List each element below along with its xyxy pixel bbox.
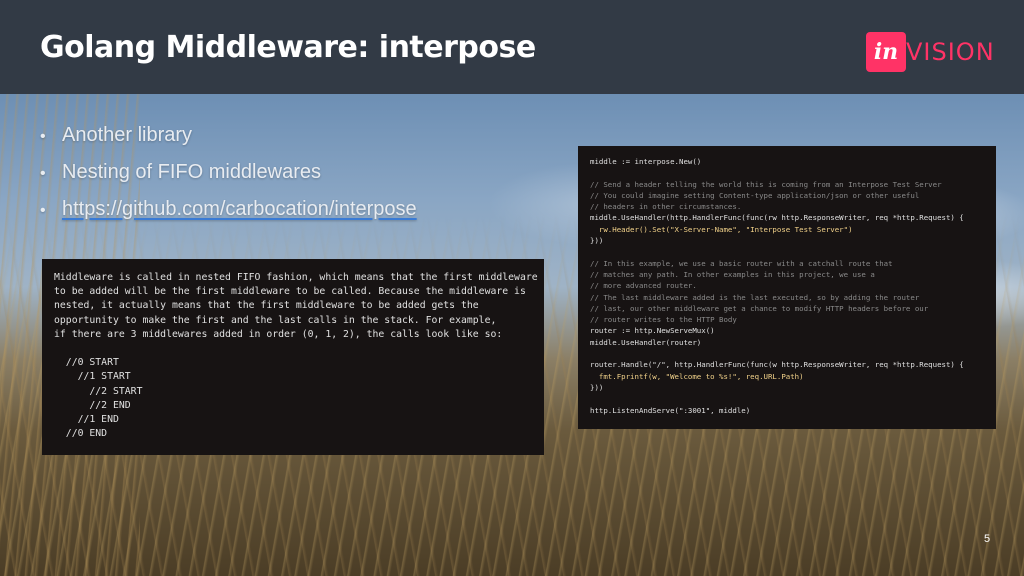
code-comment-line: // Send a header telling the world this … <box>590 179 942 189</box>
bullet-dot: • <box>40 128 46 145</box>
code-line: http.ListenAndServe(":3001", middle) <box>590 405 751 415</box>
logo-wordmark: VISION <box>906 38 995 66</box>
bullet-item: • Nesting of FIFO middlewares <box>40 161 540 198</box>
code-line: //1 START <box>54 371 131 383</box>
code-line: router := http.NewServeMux() <box>590 326 715 336</box>
code-line: //0 END <box>54 428 108 440</box>
interpose-example-code-block: middle := interpose.New() // Send a head… <box>578 146 996 429</box>
fifo-explanation-code-block: Middleware is called in nested FIFO fash… <box>42 259 544 455</box>
page-number: 5 <box>984 533 991 545</box>
code-line: to be added will be the first middleware… <box>54 286 526 298</box>
github-link[interactable]: https://github.com/carbocation/interpose <box>62 198 417 221</box>
code-line: //1 END <box>54 413 119 425</box>
logo-mark: in <box>866 32 906 72</box>
code-line: //2 START <box>54 385 143 397</box>
code-comment-line: // last, our other middleware get a chan… <box>590 303 929 313</box>
code-line: middle := interpose.New() <box>590 157 702 166</box>
code-line: if there are 3 middlewares added in orde… <box>54 328 503 340</box>
bullet-item: • Another library <box>40 124 540 161</box>
code-line: nested, it actually means that the first… <box>54 300 479 312</box>
invision-logo: in VISION <box>866 32 995 72</box>
bullet-dot: • <box>40 202 46 219</box>
code-comment-line: // matches any path. In other examples i… <box>590 269 875 279</box>
code-line: fmt.Fprintf(w, "Welcome to %s!", req.URL… <box>590 371 804 381</box>
code-comment-line: // router writes to the HTTP Body <box>590 315 737 325</box>
code-line: })) <box>590 382 604 392</box>
code-line: opportunity to make the first and the la… <box>54 314 497 326</box>
code-comment-line: // In this example, we use a basic route… <box>590 258 893 268</box>
code-line: //2 END <box>54 399 131 411</box>
code-line: //0 START <box>54 357 119 369</box>
code-line: rw.Header().Set("X-Server-Name", "Interp… <box>590 224 853 234</box>
code-line: middle.UseHandler(http.HandlerFunc(func(… <box>590 213 964 223</box>
bullet-item: • https://github.com/carbocation/interpo… <box>40 198 540 235</box>
code-comment-line: // The last middleware added is the last… <box>590 292 920 302</box>
bullet-list: • Another library • Nesting of FIFO midd… <box>40 124 540 235</box>
bullet-dot: • <box>40 165 46 182</box>
code-comment-line: // headers in other circumstances. <box>590 202 742 212</box>
code-line: Middleware is called in nested FIFO fash… <box>54 272 538 283</box>
slide-header: Golang Middleware: interpose in VISION <box>0 0 1024 94</box>
code-comment-line: // more advanced router. <box>590 281 697 291</box>
bullet-text: Another library <box>62 124 193 146</box>
code-line: router.Handle("/", http.HandlerFunc(func… <box>590 360 964 370</box>
code-comment-line: // You could imagine setting Content-typ… <box>590 190 920 200</box>
code-line: })) <box>590 236 604 246</box>
bullet-text: Nesting of FIFO middlewares <box>62 161 321 183</box>
slide-title: Golang Middleware: interpose <box>40 30 536 65</box>
code-line: middle.UseHandler(router) <box>590 337 702 347</box>
